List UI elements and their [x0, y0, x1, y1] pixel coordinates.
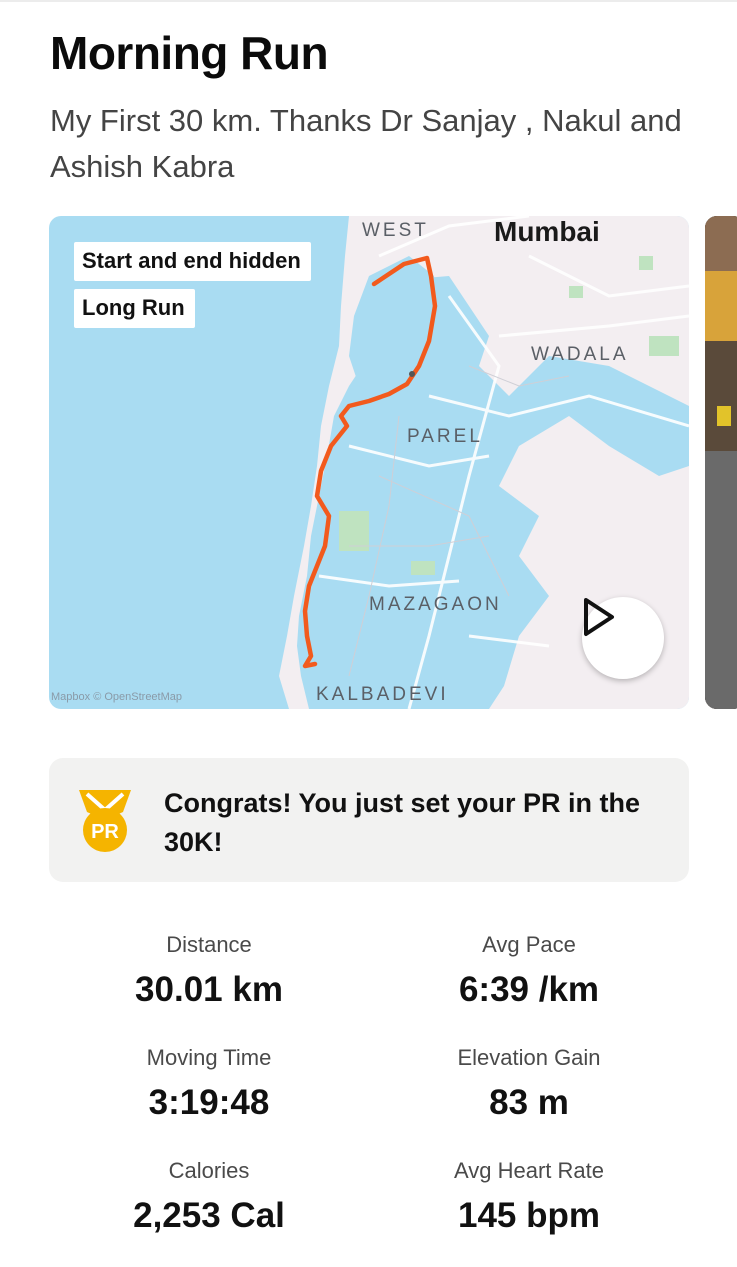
- stat-label: Elevation Gain: [457, 1045, 601, 1070]
- map-label-kalbadevi: KALBADEVI: [316, 684, 449, 705]
- park-area: [639, 256, 653, 270]
- play-icon: [584, 598, 614, 636]
- stat-value: 30.01 km: [135, 970, 283, 1009]
- stat-distance: Distance 30.01 km: [49, 930, 369, 1012]
- stat-avg-pace: Avg Pace 6:39 /km: [369, 930, 689, 1012]
- media-carousel[interactable]: Start and end hidden Long Run WEST Mumba…: [49, 216, 737, 709]
- map-tag-run-type: Long Run: [74, 289, 195, 328]
- park-area: [339, 511, 369, 551]
- route-marker: [409, 371, 415, 377]
- stat-label: Distance: [166, 932, 252, 957]
- stat-value: 83 m: [489, 1083, 569, 1122]
- map-tag-privacy: Start and end hidden: [74, 242, 311, 281]
- top-divider: [0, 0, 737, 2]
- stat-elevation-gain: Elevation Gain 83 m: [369, 1043, 689, 1125]
- park-area: [569, 286, 583, 298]
- map-label-city: Mumbai: [494, 216, 600, 247]
- activity-description: My First 30 km. Thanks Dr Sanjay , Nakul…: [50, 103, 682, 184]
- map-attribution: Mapbox © OpenStreetMap: [51, 691, 183, 703]
- activity-photo-thumbnail[interactable]: [705, 216, 737, 709]
- park-area: [649, 336, 679, 356]
- stat-calories: Calories 2,253 Cal: [49, 1156, 369, 1238]
- stat-label: Avg Heart Rate: [453, 1158, 604, 1183]
- stat-label: Moving Time: [146, 1045, 272, 1070]
- play-flyover-button[interactable]: [582, 597, 664, 679]
- stat-label: Avg Pace: [482, 932, 576, 957]
- map-label-wadala: WADALA: [531, 344, 629, 365]
- stat-label: Calories: [168, 1158, 250, 1183]
- stat-avg-heart-rate: Avg Heart Rate 145 bpm: [369, 1156, 689, 1238]
- map-label-west: WEST: [362, 220, 429, 241]
- pr-message: Congrats! You just set your PR in the 30…: [164, 788, 641, 857]
- map-label-parel: PAREL: [407, 426, 483, 447]
- medal-badge-text: PR: [91, 821, 119, 843]
- stat-moving-time: Moving Time 3:19:48: [49, 1043, 369, 1125]
- stat-value: 6:39 /km: [458, 970, 600, 1009]
- stat-value: 145 bpm: [458, 1196, 600, 1235]
- map-label-mazagaon: MAZAGAON: [369, 594, 502, 615]
- photo-graphic: [705, 216, 737, 709]
- medal-icon: PR: [79, 790, 131, 852]
- route-map[interactable]: Start and end hidden Long Run WEST Mumba…: [49, 216, 689, 709]
- stat-value: 3:19:48: [148, 1083, 270, 1122]
- pr-banner[interactable]: PR Congrats! You just set your PR in the…: [49, 758, 689, 882]
- stat-value: 2,253 Cal: [133, 1196, 285, 1235]
- park-area: [411, 561, 435, 575]
- activity-title: Morning Run: [50, 27, 329, 79]
